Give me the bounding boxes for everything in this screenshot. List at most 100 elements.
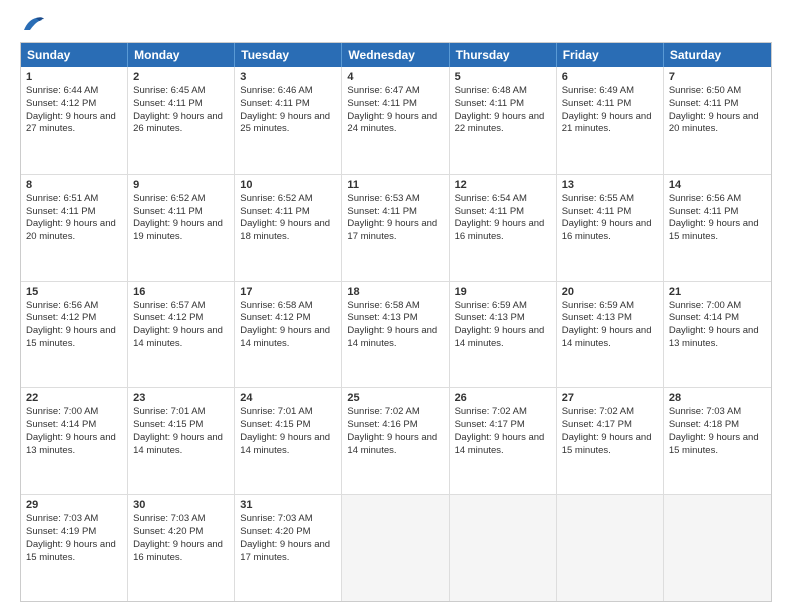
day-cell-28: 28Sunrise: 7:03 AMSunset: 4:18 PMDayligh… [664, 388, 771, 494]
day-number: 21 [669, 286, 766, 298]
logo [20, 16, 44, 34]
daylight-text: Daylight: 9 hours and 14 minutes. [562, 325, 658, 351]
daylight-text: Daylight: 9 hours and 21 minutes. [562, 111, 658, 137]
sunset-text: Sunset: 4:12 PM [133, 312, 229, 325]
daylight-text: Daylight: 9 hours and 26 minutes. [133, 111, 229, 137]
daylight-text: Daylight: 9 hours and 27 minutes. [26, 111, 122, 137]
day-cell-31: 31 Sunrise: 7:03 AMSunset: 4:20 PMDayligh… [235, 495, 342, 601]
day-number: 8 [26, 179, 122, 191]
day-number: 13 [562, 179, 658, 191]
sunset-text: Sunset: 4:11 PM [455, 206, 551, 219]
sunset-text: Sunset: 4:12 PM [26, 312, 122, 325]
sunset-text: Sunset: 4:11 PM [26, 206, 122, 219]
day-number: 4 [347, 71, 443, 83]
sunset-text: Sunset: 4:11 PM [133, 98, 229, 111]
day-number: 30 [133, 499, 229, 511]
sunset-text: Sunset: 4:12 PM [26, 98, 122, 111]
sunrise-text: Sunrise: 6:59 AM [455, 300, 551, 313]
daylight-text: Daylight: 9 hours and 17 minutes. [240, 539, 336, 565]
sunset-text: Sunset: 4:15 PM [133, 419, 229, 432]
sunset-text: Sunset: 4:12 PM [240, 312, 336, 325]
day-cell-24: 24Sunrise: 7:01 AMSunset: 4:15 PMDayligh… [235, 388, 342, 494]
day-cell-6: 6Sunrise: 6:49 AMSunset: 4:11 PMDaylight… [557, 67, 664, 174]
daylight-text: Daylight: 9 hours and 15 minutes. [669, 218, 766, 244]
daylight-text: Daylight: 9 hours and 24 minutes. [347, 111, 443, 137]
day-number: 18 [347, 286, 443, 298]
sunrise-text: Sunrise: 7:02 AM [347, 406, 443, 419]
sunset-text: Sunset: 4:11 PM [347, 206, 443, 219]
daylight-text: Daylight: 9 hours and 14 minutes. [133, 325, 229, 351]
day-cell-13: 13Sunrise: 6:55 AMSunset: 4:11 PMDayligh… [557, 175, 664, 281]
day-number: 28 [669, 392, 766, 404]
day-number: 11 [347, 179, 443, 191]
daylight-text: Daylight: 9 hours and 17 minutes. [347, 218, 443, 244]
sunset-text: Sunset: 4:13 PM [347, 312, 443, 325]
day-cell-20: 20Sunrise: 6:59 AMSunset: 4:13 PMDayligh… [557, 282, 664, 388]
daylight-text: Daylight: 9 hours and 13 minutes. [669, 325, 766, 351]
sunset-text: Sunset: 4:20 PM [240, 526, 336, 539]
daylight-text: Daylight: 9 hours and 16 minutes. [562, 218, 658, 244]
day-number: 5 [455, 71, 551, 83]
day-cell-9: 9Sunrise: 6:52 AMSunset: 4:11 PMDaylight… [128, 175, 235, 281]
day-number: 27 [562, 392, 658, 404]
sunrise-text: Sunrise: 7:00 AM [669, 300, 766, 313]
empty-cell [664, 495, 771, 601]
daylight-text: Daylight: 9 hours and 14 minutes. [455, 432, 551, 458]
sunset-text: Sunset: 4:14 PM [669, 312, 766, 325]
daylight-text: Daylight: 9 hours and 15 minutes. [26, 325, 122, 351]
day-number: 22 [26, 392, 122, 404]
sunrise-text: Sunrise: 7:00 AM [26, 406, 122, 419]
day-number: 23 [133, 392, 229, 404]
sunset-text: Sunset: 4:13 PM [455, 312, 551, 325]
sunrise-text: Sunrise: 6:58 AM [347, 300, 443, 313]
day-number: 14 [669, 179, 766, 191]
day-number: 9 [133, 179, 229, 191]
day-number: 24 [240, 392, 336, 404]
sunrise-text: Sunrise: 6:47 AM [347, 85, 443, 98]
sunrise-text: Sunrise: 6:45 AM [133, 85, 229, 98]
calendar-row-1: 8Sunrise: 6:51 AMSunset: 4:11 PMDaylight… [21, 174, 771, 281]
sunset-text: Sunset: 4:11 PM [347, 98, 443, 111]
sunrise-text: Sunrise: 6:57 AM [133, 300, 229, 313]
day-cell-18: 18Sunrise: 6:58 AMSunset: 4:13 PMDayligh… [342, 282, 449, 388]
sunset-text: Sunset: 4:19 PM [26, 526, 122, 539]
day-cell-5: 5Sunrise: 6:48 AMSunset: 4:11 PMDaylight… [450, 67, 557, 174]
sunset-text: Sunset: 4:11 PM [133, 206, 229, 219]
day-number: 17 [240, 286, 336, 298]
day-cell-30: 30Sunrise: 7:03 AMSunset: 4:20 PMDayligh… [128, 495, 235, 601]
weekday-header-saturday: Saturday [664, 43, 771, 67]
sunrise-text: Sunrise: 7:02 AM [562, 406, 658, 419]
sunset-text: Sunset: 4:11 PM [455, 98, 551, 111]
calendar-header: SundayMondayTuesdayWednesdayThursdayFrid… [21, 43, 771, 67]
sunrise-text: Sunrise: 6:55 AM [562, 193, 658, 206]
sunrise-text: Sunrise: 7:03 AM [26, 513, 122, 526]
empty-cell [342, 495, 449, 601]
sunrise-text: Sunrise: 6:49 AM [562, 85, 658, 98]
sunrise-text: Sunrise: 6:58 AM [240, 300, 336, 313]
calendar-row-2: 15Sunrise: 6:56 AMSunset: 4:12 PMDayligh… [21, 281, 771, 388]
calendar-row-4: 29Sunrise: 7:03 AMSunset: 4:19 PMDayligh… [21, 494, 771, 601]
day-cell-12: 12Sunrise: 6:54 AMSunset: 4:11 PMDayligh… [450, 175, 557, 281]
sunset-text: Sunset: 4:11 PM [669, 206, 766, 219]
day-cell-2: 2 Sunrise: 6:45 AMSunset: 4:11 PMDaylight… [128, 67, 235, 174]
weekday-header-sunday: Sunday [21, 43, 128, 67]
weekday-header-friday: Friday [557, 43, 664, 67]
day-number: 31 [240, 499, 336, 511]
page: SundayMondayTuesdayWednesdayThursdayFrid… [0, 0, 792, 612]
day-cell-22: 22Sunrise: 7:00 AMSunset: 4:14 PMDayligh… [21, 388, 128, 494]
daylight-text: Daylight: 9 hours and 15 minutes. [562, 432, 658, 458]
day-number: 3 [240, 71, 336, 83]
sunset-text: Sunset: 4:17 PM [562, 419, 658, 432]
day-number: 2 [133, 71, 229, 83]
logo-bird-icon [22, 16, 44, 34]
sunrise-text: Sunrise: 7:03 AM [240, 513, 336, 526]
sunrise-text: Sunrise: 7:01 AM [133, 406, 229, 419]
weekday-header-wednesday: Wednesday [342, 43, 449, 67]
sunrise-text: Sunrise: 6:44 AM [26, 85, 122, 98]
daylight-text: Daylight: 9 hours and 14 minutes. [240, 325, 336, 351]
sunset-text: Sunset: 4:11 PM [240, 98, 336, 111]
day-cell-3: 3Sunrise: 6:46 AMSunset: 4:11 PMDaylight… [235, 67, 342, 174]
sunset-text: Sunset: 4:15 PM [240, 419, 336, 432]
day-number: 7 [669, 71, 766, 83]
day-number: 1 [26, 71, 122, 83]
